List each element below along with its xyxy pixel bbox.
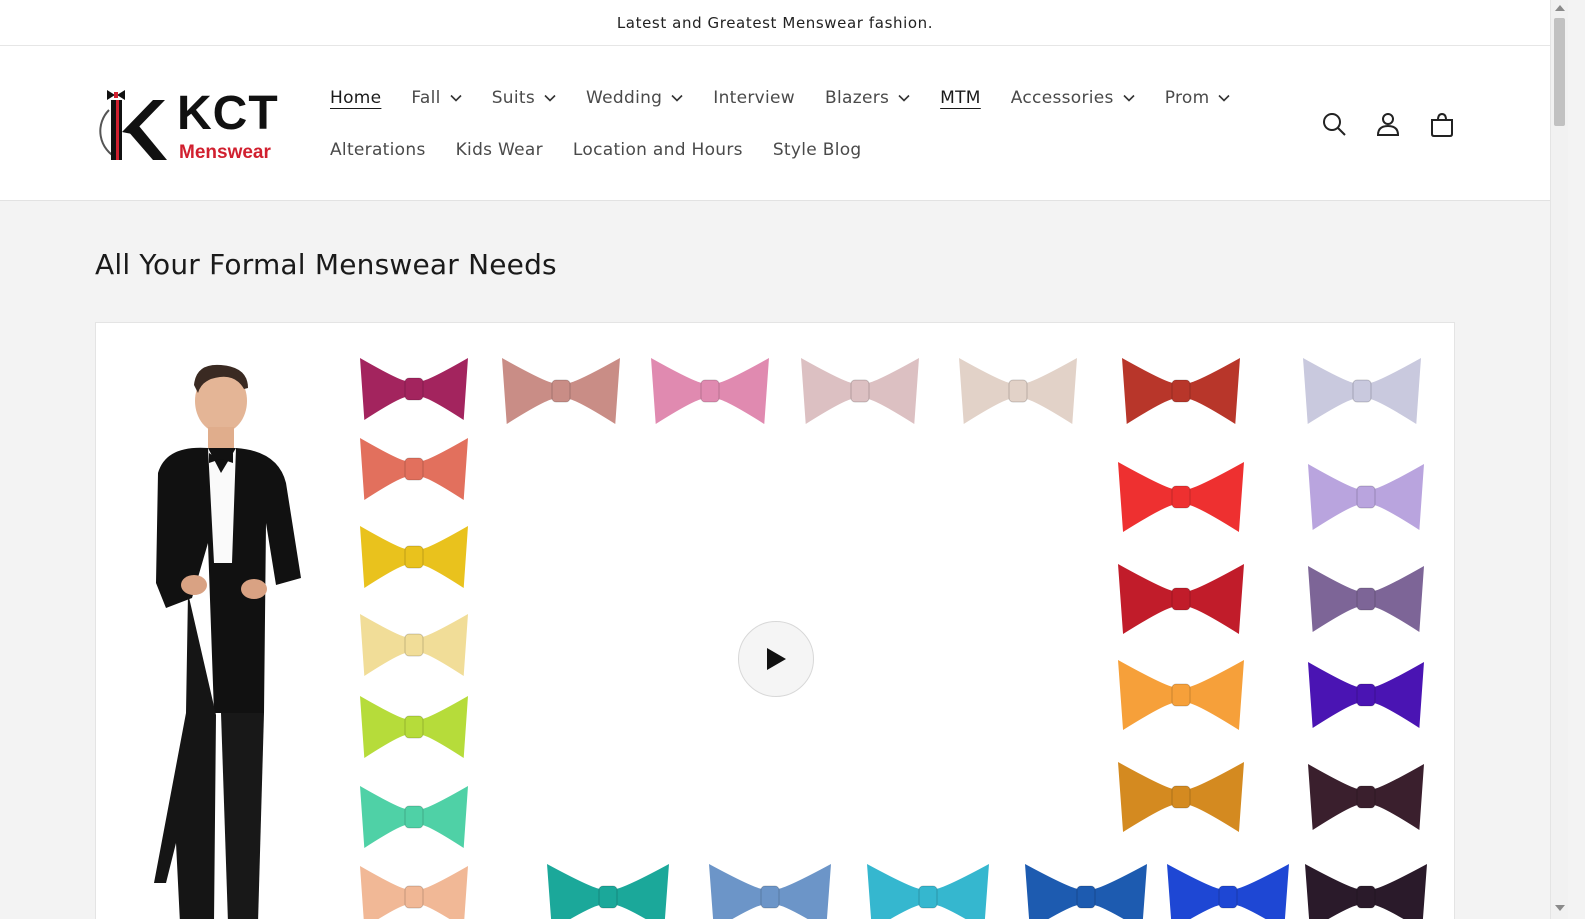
bowtie [1118,462,1244,532]
bowtie [1308,764,1424,830]
nav-item-style-blog[interactable]: Style Blog [773,140,862,160]
bowtie [1308,464,1424,530]
bowtie [360,786,468,848]
bowtie [1118,762,1244,832]
nav-item-label: Alterations [330,140,426,160]
nav-item-label: Blazers [825,88,890,108]
bowtie [1308,662,1424,728]
bowtie [360,358,468,420]
nav-item-accessories[interactable]: Accessories [1011,88,1135,108]
bowtie [1122,358,1240,424]
scroll-down-icon[interactable] [1555,905,1565,911]
nav-item-alterations[interactable]: Alterations [330,140,426,160]
bowtie [360,438,468,500]
logo-sub: Menswear [179,142,271,163]
nav-item-wedding[interactable]: Wedding [586,88,683,108]
nav-item-location-and-hours[interactable]: Location and Hours [573,140,743,160]
bowtie [1305,864,1427,919]
bowtie [1167,864,1289,919]
chevron-down-icon [450,94,462,102]
nav-item-mtm[interactable]: MTM [940,88,981,108]
bowtie [1308,566,1424,632]
search-icon[interactable] [1318,108,1350,140]
nav-item-label: Accessories [1010,88,1114,108]
announcement-text: Latest and Greatest Menswear fashion. [616,13,934,32]
nav-item-label: Location and Hours [572,140,743,160]
nav-row-secondary: Alterations Kids Wear Location and Hours St… [330,124,1230,176]
nav-item-home[interactable]: Home [330,88,381,108]
nav-item-label: Wedding [586,88,663,108]
chevron-down-icon [671,94,683,102]
nav-row-primary: Home Fall Suits Wedding Interview Blazers MTM A… [330,72,1231,124]
logo-brand: KCT [177,87,279,140]
section-title: All Your Formal Menswear Needs [95,248,557,281]
header-icons [1318,108,1480,140]
bowtie [360,526,468,588]
nav-item-label: Fall [411,88,441,108]
video-media[interactable] [95,322,1455,919]
nav-item-fall[interactable]: Fall [411,88,462,108]
scroll-up-icon[interactable] [1555,5,1565,11]
nav-item-label: Kids Wear [455,140,543,160]
model-figure [154,364,301,919]
bowtie [651,358,769,424]
site-header: KCT Menswear Home Fall Suits Wedding Intervi… [0,46,1550,201]
chevron-down-icon [1218,94,1231,102]
main-nav: Home Fall Suits Wedding Interview Blazers MTM A… [330,72,1231,176]
nav-item-blazers[interactable]: Blazers [825,88,910,108]
bowtie [547,864,669,919]
cart-icon[interactable] [1426,108,1458,140]
chevron-down-icon [898,94,910,102]
nav-item-prom[interactable]: Prom [1165,88,1231,108]
bowtie [867,864,989,919]
nav-item-label: MTM [940,88,981,108]
bowtie [360,696,468,758]
play-button[interactable] [738,621,814,697]
play-icon [767,648,786,670]
page-scrollbar[interactable] [1550,0,1568,919]
bowtie [1025,864,1147,919]
kct-logo[interactable]: KCT Menswear [95,82,285,166]
nav-item-kids-wear[interactable]: Kids Wear [456,140,543,160]
account-icon[interactable] [1372,108,1404,140]
bowtie [709,864,831,919]
bowtie [801,358,919,424]
bowtie [1118,564,1244,634]
bowtie [1118,660,1244,730]
nav-item-label: Home [330,88,382,108]
nav-item-label: Prom [1164,88,1210,108]
bowtie [360,614,468,676]
chevron-down-icon [1123,94,1135,102]
chevron-down-icon [544,94,556,102]
bowtie [360,866,468,919]
nav-item-label: Style Blog [772,140,862,160]
nav-item-interview[interactable]: Interview [713,88,795,108]
nav-item-label: Suits [491,88,536,108]
scroll-thumb[interactable] [1554,18,1565,126]
nav-item-suits[interactable]: Suits [492,88,556,108]
nav-item-label: Interview [713,88,796,108]
announcement-bar: Latest and Greatest Menswear fashion. [0,0,1550,46]
bowtie [502,358,620,424]
bowtie [959,358,1077,424]
bowtie [1303,358,1421,424]
